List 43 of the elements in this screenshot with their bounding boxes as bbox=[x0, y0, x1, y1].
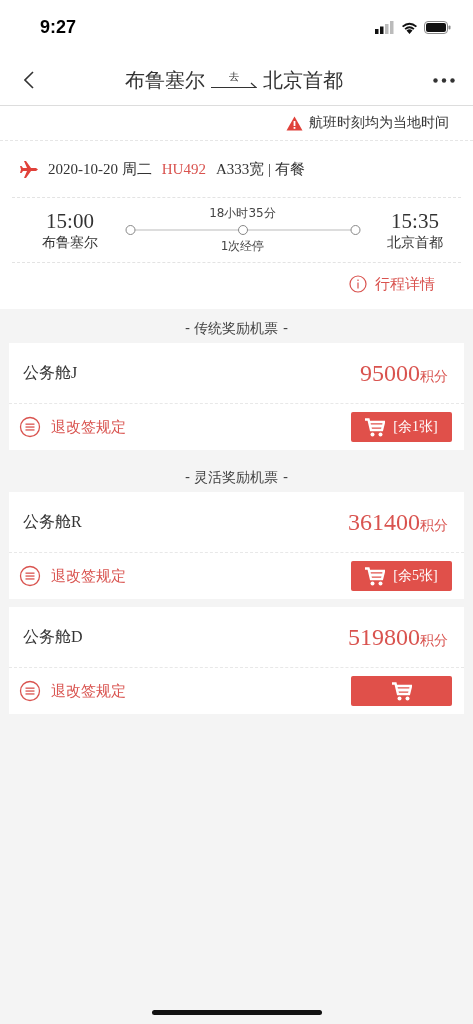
points-price: 519800积分 bbox=[348, 623, 448, 651]
departure-time: 15:00 bbox=[46, 208, 94, 234]
points-price: 361400积分 bbox=[348, 508, 448, 536]
points-price: 95000积分 bbox=[360, 359, 448, 387]
list-icon[interactable] bbox=[19, 416, 41, 438]
refund-rules-link[interactable]: 退改签规定 bbox=[19, 565, 126, 587]
cabin-name: 公务舱R bbox=[23, 511, 82, 532]
section-heading: - 传统奖励机票 - bbox=[184, 319, 289, 338]
direction-label: 去 bbox=[228, 72, 239, 82]
destination-city: 北京首都 bbox=[262, 66, 343, 94]
battery-icon bbox=[424, 21, 451, 34]
flight-duration: 18小时35分 bbox=[209, 205, 276, 222]
origin-city: 布鲁塞尔 bbox=[124, 66, 205, 94]
airplane-icon bbox=[20, 160, 38, 178]
cart-icon[interactable] bbox=[365, 417, 386, 437]
info-icon[interactable] bbox=[349, 275, 367, 293]
itinerary-details-link[interactable]: 行程详情 bbox=[349, 274, 435, 294]
arrival-city: 北京首都 bbox=[387, 233, 443, 252]
flight-number: HU492 bbox=[161, 160, 206, 178]
signal-icon bbox=[375, 21, 395, 34]
cart-icon[interactable] bbox=[391, 681, 412, 701]
back-icon[interactable] bbox=[24, 71, 34, 89]
flight-date: 2020-10-20 周二 bbox=[48, 159, 152, 179]
stops-label: 1次经停 bbox=[220, 238, 265, 255]
book-button[interactable]: [余1张] bbox=[351, 412, 452, 442]
status-time: 9:27 bbox=[40, 17, 77, 38]
arrival-time: 15:35 bbox=[391, 208, 439, 234]
refund-rules-link[interactable]: 退改签规定 bbox=[19, 416, 126, 438]
aircraft-info: A333宽 | 有餐 bbox=[215, 159, 305, 179]
refund-rules-link[interactable]: 退改签规定 bbox=[19, 680, 126, 702]
more-icon[interactable] bbox=[433, 77, 455, 83]
book-button[interactable]: [余5张] bbox=[351, 561, 452, 591]
cabin-name: 公务舱D bbox=[23, 626, 83, 647]
notice-text: 航班时刻均为当地时间 bbox=[309, 114, 449, 132]
warning-icon bbox=[286, 115, 303, 131]
section-heading: - 灵活奖励机票 - bbox=[184, 468, 289, 487]
book-button[interactable] bbox=[351, 676, 452, 706]
list-icon[interactable] bbox=[19, 565, 41, 587]
list-icon[interactable] bbox=[19, 680, 41, 702]
cart-icon[interactable] bbox=[365, 566, 386, 586]
cabin-name: 公务舱J bbox=[23, 362, 78, 383]
departure-city: 布鲁塞尔 bbox=[42, 233, 98, 252]
wifi-icon bbox=[401, 21, 418, 34]
